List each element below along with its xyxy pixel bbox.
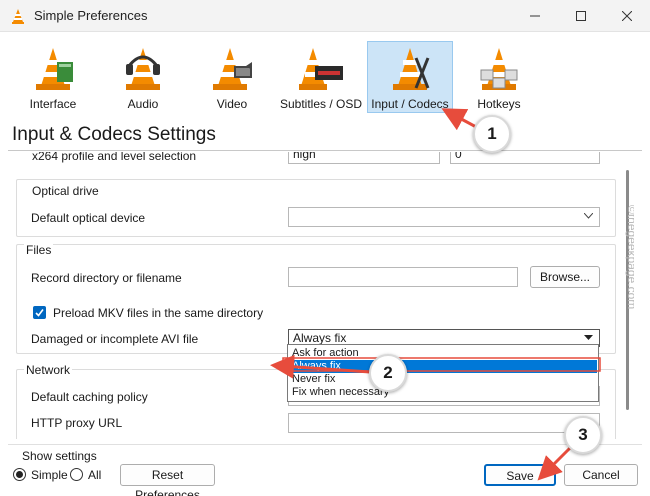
dropdown-option[interactable]: Ask for action xyxy=(289,347,597,360)
http-proxy-label: HTTP proxy URL xyxy=(31,416,123,430)
group-title: Optical drive xyxy=(30,184,101,198)
tab-interface[interactable]: Interface xyxy=(10,42,96,112)
preload-mkv-label: Preload MKV files in the same directory xyxy=(53,306,264,320)
group-title: Network xyxy=(24,363,73,377)
avi-label: Damaged or incomplete AVI file xyxy=(31,332,199,346)
optical-device-combo[interactable] xyxy=(288,207,600,227)
browse-button[interactable]: Browse... xyxy=(530,266,600,288)
window-title: Simple Preferences xyxy=(34,8,148,23)
hotkeys-cone-icon xyxy=(480,48,518,90)
all-label: All xyxy=(88,468,102,482)
simple-radio[interactable] xyxy=(13,468,26,481)
close-icon xyxy=(622,11,632,21)
tab-video[interactable]: Video xyxy=(189,42,275,112)
page-title: Input & Codecs Settings xyxy=(12,124,216,145)
tab-input-codecs[interactable]: Input / Codecs xyxy=(367,41,453,113)
dropdown-option-selected[interactable]: Always fix xyxy=(289,360,597,373)
category-toolbar: Interface Audio Video Subtitles / OSD In… xyxy=(0,32,650,116)
tab-label: Subtitles / OSD xyxy=(279,97,363,111)
tab-label: Interface xyxy=(29,97,77,111)
preload-mkv-checkbox[interactable] xyxy=(33,306,46,319)
tab-subtitles-osd[interactable]: Subtitles / OSD xyxy=(278,42,364,112)
tab-hotkeys[interactable]: Hotkeys xyxy=(456,42,542,112)
video-cone-icon xyxy=(213,48,252,90)
maximize-icon xyxy=(576,11,586,21)
dropdown-option[interactable]: Fix when necessary xyxy=(289,386,597,399)
maximize-button[interactable] xyxy=(558,0,604,32)
tab-label: Input / Codecs xyxy=(371,97,449,111)
simple-label: Simple xyxy=(31,468,68,482)
checkmark-icon xyxy=(35,309,44,317)
dropdown-option[interactable]: Never fix xyxy=(289,373,597,386)
all-radio[interactable] xyxy=(70,468,83,481)
vlc-cone-icon xyxy=(10,8,26,27)
title-bar: Simple Preferences xyxy=(0,0,650,32)
input-codecs-cone-icon xyxy=(393,48,430,90)
callout-step3: 3 xyxy=(564,416,602,454)
callout-step1: 1 xyxy=(473,115,511,153)
tab-label: Video xyxy=(216,97,248,111)
minimize-button[interactable] xyxy=(512,0,558,32)
callout-step2: 2 xyxy=(369,354,407,392)
save-button[interactable]: Save xyxy=(484,464,556,486)
show-settings-label: Show settings xyxy=(22,449,97,463)
reset-preferences-button[interactable]: Reset Preferences xyxy=(120,464,215,496)
interface-cone-icon xyxy=(36,48,73,90)
combo-value: Always fix xyxy=(293,331,347,345)
minimize-icon xyxy=(530,15,540,17)
x264-profile-field[interactable]: high xyxy=(288,152,440,164)
x264-profile-label: x264 profile and level selection xyxy=(32,152,197,163)
avi-dropdown-list[interactable]: Ask for action Always fix Never fix Fix … xyxy=(287,344,599,402)
http-proxy-field[interactable] xyxy=(288,413,600,433)
group-title: Files xyxy=(24,243,54,257)
subtitles-cone-icon xyxy=(299,48,343,90)
watermark-text: ©thegeekpage.com xyxy=(625,205,634,309)
cancel-button[interactable]: Cancel xyxy=(564,464,638,486)
record-dir-field[interactable] xyxy=(288,267,518,287)
divider xyxy=(8,444,642,445)
dropdown-arrow-icon xyxy=(584,335,593,340)
optical-device-label: Default optical device xyxy=(31,211,146,225)
tab-label: Audio xyxy=(127,97,159,111)
tab-audio[interactable]: Audio xyxy=(100,42,186,112)
close-button[interactable] xyxy=(604,0,650,32)
audio-cone-icon xyxy=(126,48,160,90)
watermark: ©thegeekpage.com xyxy=(614,205,639,355)
chevron-down-icon xyxy=(584,213,593,219)
divider xyxy=(8,150,642,151)
x264-level-field[interactable]: 0 xyxy=(450,152,600,164)
caching-policy-label: Default caching policy xyxy=(31,390,148,404)
tab-label: Hotkeys xyxy=(477,97,521,111)
record-dir-label: Record directory or filename xyxy=(31,271,182,285)
